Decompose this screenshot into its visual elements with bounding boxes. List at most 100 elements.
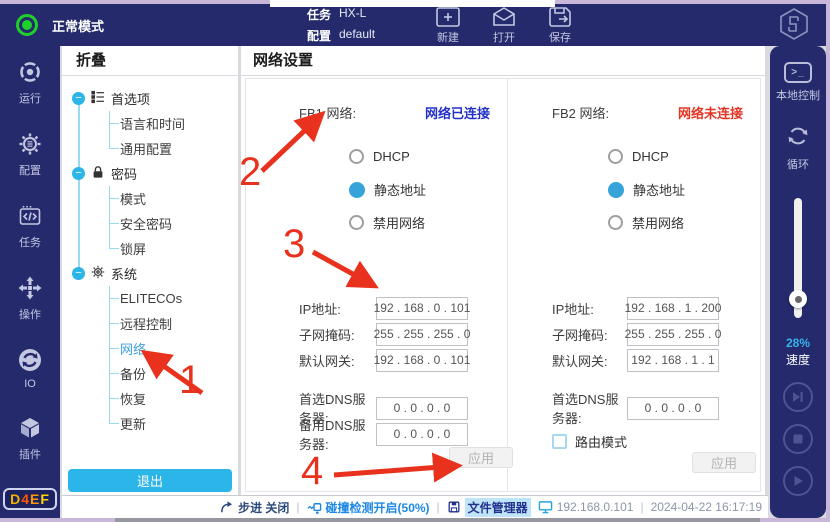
- radio-label: DHCP: [632, 149, 669, 164]
- nav-item-task[interactable]: 任务: [18, 204, 42, 250]
- loop-item[interactable]: 循环: [785, 123, 811, 172]
- radio-label: 禁用网络: [373, 213, 425, 232]
- badge-char: F: [40, 491, 50, 507]
- gateway-label: 默认网关:: [552, 351, 627, 370]
- tree-item-safety-password[interactable]: 安全密码: [62, 211, 238, 236]
- terminal-icon: >_: [784, 62, 812, 83]
- nav-item-operate[interactable]: 操作: [18, 276, 42, 322]
- tree-collapse-header[interactable]: 折叠: [62, 46, 238, 76]
- fb1-primary-dns-input[interactable]: 0 . 0 . 0 . 0: [376, 397, 468, 420]
- file-manager-label[interactable]: 文件管理器: [465, 498, 531, 517]
- datetime: 2024-04-22 16:17:19: [651, 500, 762, 514]
- radio-icon[interactable]: [349, 149, 364, 164]
- local-control-item[interactable]: >_ 本地控制: [776, 62, 820, 103]
- task-value: HX-L: [339, 6, 366, 23]
- status-bar: 步进 关闭 | 碰撞检测开启(50%) |: [62, 495, 768, 518]
- fb1-radio-group: DHCP 静态地址 禁用网络: [299, 140, 507, 239]
- fb1-radio-dhcp[interactable]: DHCP: [349, 140, 507, 173]
- checkbox-unchecked-icon[interactable]: [552, 434, 567, 449]
- open-button[interactable]: 打开: [491, 6, 517, 45]
- tree-item-backup[interactable]: 备份: [62, 361, 238, 386]
- step-status[interactable]: 步进 关闭: [219, 499, 289, 516]
- fb2-subnet-mask-input[interactable]: 255 . 255 . 255 . 0: [627, 323, 719, 346]
- file-manager-item[interactable]: 文件管理器: [447, 498, 531, 517]
- fb1-secondary-dns-input[interactable]: 0 . 0 . 0 . 0: [376, 423, 468, 446]
- tree-group-password[interactable]: − 密码: [62, 161, 238, 186]
- speed-slider[interactable]: [770, 198, 826, 330]
- radio-icon[interactable]: [608, 215, 623, 230]
- page-title: 网络设置: [241, 46, 765, 76]
- badge-char: D: [10, 491, 21, 507]
- new-button[interactable]: 新建: [435, 6, 461, 45]
- system-gear-icon: [91, 265, 105, 282]
- nav-item-run[interactable]: 运行: [18, 60, 42, 106]
- fb2-route-mode-checkbox-row[interactable]: 路由模式: [552, 430, 760, 452]
- slider-handle[interactable]: [789, 290, 807, 308]
- fb2-column: FB2 网络: 网络未连接 DHCP 静态地址: [508, 79, 760, 491]
- tree-item-general-config[interactable]: 通用配置: [62, 136, 238, 161]
- nav-item-io[interactable]: IO: [18, 348, 42, 390]
- tree-group-preferences[interactable]: − 首选项: [62, 86, 238, 111]
- badge-char: E: [30, 491, 40, 507]
- gateway-label: 默认网关:: [299, 351, 376, 370]
- tree-item-elitecos[interactable]: ELITECOs: [62, 286, 238, 311]
- stop-button[interactable]: [783, 424, 813, 454]
- settings-tree: − 首选项 语言和时间 通用配置: [62, 76, 238, 436]
- tree-item-mode[interactable]: 模式: [62, 186, 238, 211]
- collision-status-text: 碰撞检测开启(50%): [326, 499, 430, 516]
- radio-selected-icon[interactable]: [608, 182, 624, 198]
- fb2-radio-static[interactable]: 静态地址: [608, 173, 760, 206]
- stop-icon: [792, 433, 804, 445]
- step-status-text: 步进 关闭: [238, 499, 289, 516]
- radio-selected-icon[interactable]: [349, 182, 365, 198]
- fb1-radio-static[interactable]: 静态地址: [349, 173, 507, 206]
- save-button[interactable]: 保存: [547, 6, 573, 45]
- mode-indicator-block: 正常模式: [16, 14, 104, 36]
- fb2-gateway-input[interactable]: 192 . 168 . 1 . 1: [627, 349, 719, 372]
- config-label: 配置: [307, 27, 331, 44]
- fb1-apply-button[interactable]: 应用: [449, 447, 513, 468]
- left-nav-rail: 运行 配置: [0, 46, 60, 518]
- io-cycle-icon: [18, 348, 42, 375]
- fb1-subnet-mask-input[interactable]: 255 . 255 . 255 . 0: [376, 323, 468, 346]
- exit-button[interactable]: 退出: [68, 469, 232, 492]
- fb1-network-status: 网络已连接: [425, 103, 490, 122]
- play-button[interactable]: [783, 466, 813, 496]
- fb1-radio-disable[interactable]: 禁用网络: [349, 206, 507, 239]
- nav-item-plugin[interactable]: 插件: [18, 416, 42, 462]
- collapse-minus-icon[interactable]: −: [72, 167, 85, 180]
- tree-item-remote-control[interactable]: 远程控制: [62, 311, 238, 336]
- window-top-strip: [270, 0, 555, 7]
- tree-item-update[interactable]: 更新: [62, 411, 238, 436]
- collapse-minus-icon[interactable]: −: [72, 92, 85, 105]
- tree-item-network[interactable]: 网络: [62, 336, 238, 361]
- step-forward-button[interactable]: [783, 382, 813, 412]
- lock-icon: [91, 165, 105, 182]
- tree-item-restore[interactable]: 恢复: [62, 386, 238, 411]
- radio-label: 禁用网络: [632, 213, 684, 232]
- fb2-radio-dhcp[interactable]: DHCP: [608, 140, 760, 173]
- separator: |: [296, 500, 299, 514]
- fb2-radio-disable[interactable]: 禁用网络: [608, 206, 760, 239]
- fb1-ip-address-input[interactable]: 192 . 168 . 0 . 101: [376, 297, 468, 320]
- nav-item-config[interactable]: 配置: [18, 132, 42, 178]
- fb2-apply-button[interactable]: 应用: [692, 452, 756, 473]
- primary-dns-label: 首选DNS服务器:: [552, 389, 627, 427]
- tree-item-language-time[interactable]: 语言和时间: [62, 111, 238, 136]
- task-row: 任务 HX-L: [307, 6, 375, 23]
- monitor-icon: [538, 500, 553, 514]
- fb2-primary-dns-input[interactable]: 0 . 0 . 0 . 0: [627, 397, 719, 420]
- status-badge: D4EF: [3, 488, 57, 510]
- collapse-minus-icon[interactable]: −: [72, 267, 85, 280]
- collision-status[interactable]: 碰撞检测开启(50%): [307, 499, 430, 516]
- open-file-icon: [491, 6, 517, 28]
- radio-icon[interactable]: [608, 149, 623, 164]
- fb1-gateway-input[interactable]: 192 . 168 . 0 . 101: [376, 349, 468, 372]
- tree-item-lock-screen[interactable]: 锁屏: [62, 236, 238, 261]
- loop-label: 循环: [787, 156, 809, 172]
- tree-group-system[interactable]: − 系统: [62, 261, 238, 286]
- fb2-ip-address-input[interactable]: 192 . 168 . 1 . 200: [627, 297, 719, 320]
- badge-char: 4: [21, 491, 30, 507]
- radio-icon[interactable]: [349, 215, 364, 230]
- task-config-block: 任务 HX-L 配置 default: [307, 6, 375, 44]
